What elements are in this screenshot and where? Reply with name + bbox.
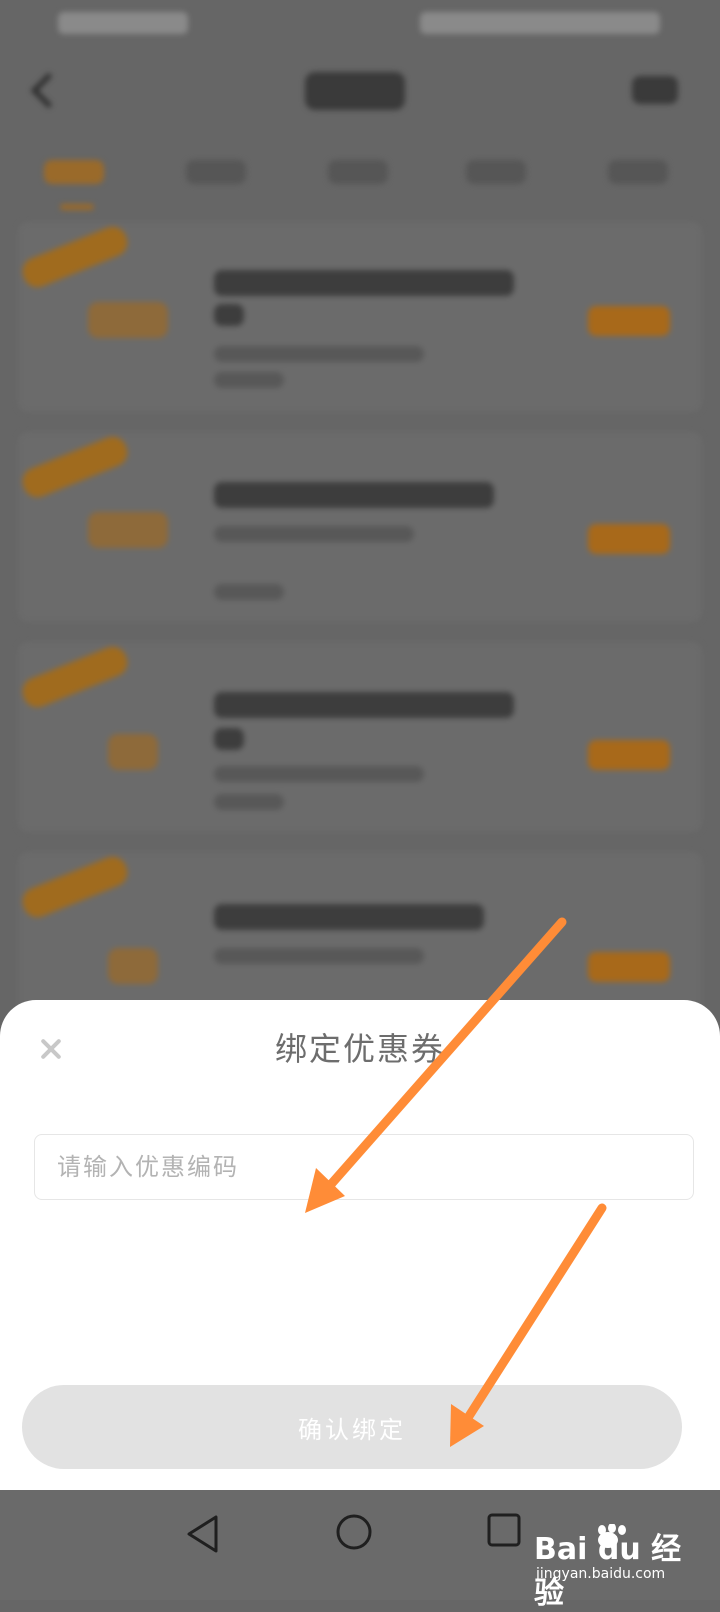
coupon-amount-blurred [88, 512, 168, 548]
coupon-amount-blurred [88, 302, 168, 338]
coupon-desc-blurred [214, 794, 284, 810]
back-triangle-icon[interactable] [186, 1514, 220, 1554]
page-title-blurred [305, 72, 405, 110]
coupon-amount-blurred [108, 734, 158, 770]
coupon-desc-blurred [214, 372, 284, 388]
bind-coupon-sheet: 绑定优惠券 确认绑定 [0, 1000, 720, 1490]
coupon-card[interactable] [18, 642, 702, 832]
coupon-title-blurred [214, 270, 514, 296]
header-action-blurred[interactable] [632, 76, 678, 104]
baidu-jingyan-watermark: Bai du 经验 jingyan.baidu.com [534, 1524, 702, 1611]
coupon-title-blurred [214, 728, 244, 750]
coupon-title-blurred [214, 482, 494, 508]
tab-blurred[interactable] [608, 160, 668, 184]
header-bar [0, 48, 720, 138]
coupon-ribbon [18, 852, 132, 922]
recent-square-icon[interactable] [486, 1512, 522, 1548]
coupon-desc-blurred [214, 948, 424, 964]
status-bar [0, 0, 720, 48]
tab-blurred[interactable] [466, 160, 526, 184]
sheet-title: 绑定优惠券 [274, 1030, 445, 1068]
coupon-use-button-blurred[interactable] [588, 306, 670, 336]
back-chevron-icon[interactable] [30, 72, 67, 109]
home-circle-icon[interactable] [334, 1512, 374, 1552]
coupon-ribbon [18, 432, 132, 502]
coupon-desc-blurred [214, 346, 424, 362]
tab-blurred[interactable] [44, 160, 104, 184]
coupon-desc-blurred [214, 584, 284, 600]
confirm-bind-button[interactable]: 确认绑定 [22, 1385, 682, 1469]
coupon-desc-blurred [214, 526, 414, 542]
coupon-amount-blurred [108, 948, 158, 984]
tab-active-indicator [60, 204, 94, 210]
coupon-use-button-blurred[interactable] [588, 740, 670, 770]
coupon-use-button-blurred[interactable] [588, 524, 670, 554]
coupon-card[interactable] [18, 222, 702, 412]
status-icons-blurred [420, 12, 660, 34]
coupon-ribbon [18, 222, 132, 292]
coupon-title-blurred [214, 692, 514, 718]
coupon-title-blurred [214, 904, 484, 930]
tab-bar [0, 148, 720, 218]
status-carrier-blurred [58, 12, 188, 34]
watermark-url: jingyan.baidu.com [536, 1566, 666, 1582]
coupon-use-button-blurred[interactable] [588, 952, 670, 982]
tab-blurred[interactable] [328, 160, 388, 184]
coupon-card[interactable] [18, 432, 702, 622]
coupon-desc-blurred [214, 766, 424, 782]
tab-blurred[interactable] [186, 160, 246, 184]
coupon-code-input[interactable] [34, 1134, 694, 1200]
coupon-ribbon [18, 642, 132, 712]
coupon-title-blurred [214, 304, 244, 326]
